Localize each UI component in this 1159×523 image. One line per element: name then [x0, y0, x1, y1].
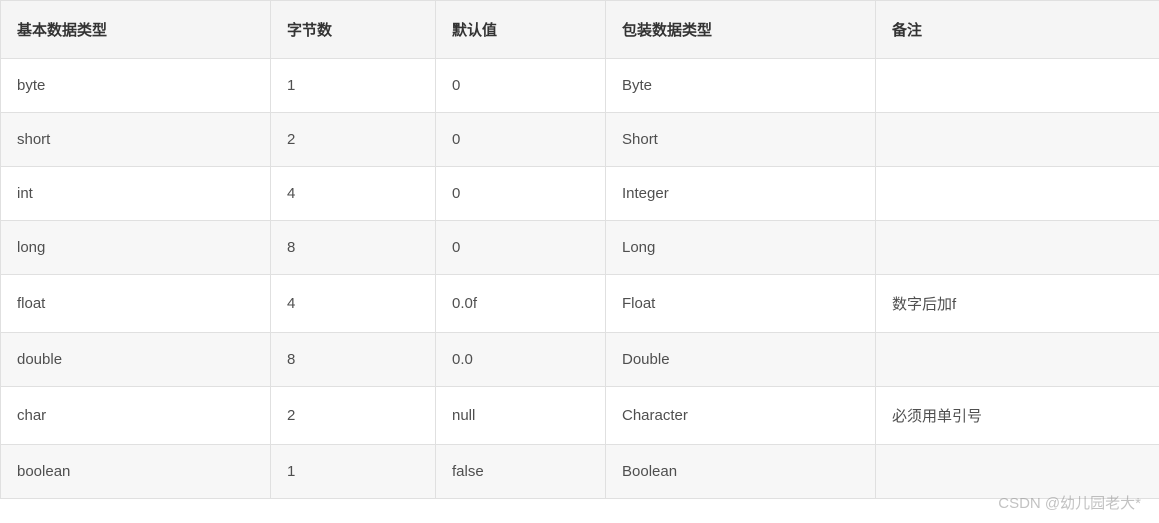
cell-primitive-type: int: [1, 167, 271, 221]
header-byte-count: 字节数: [271, 1, 436, 59]
cell-wrapper-type: Short: [606, 113, 876, 167]
cell-primitive-type: long: [1, 221, 271, 275]
cell-remark: [876, 221, 1159, 275]
cell-remark: [876, 59, 1159, 113]
cell-byte-count: 8: [271, 221, 436, 275]
cell-byte-count: 1: [271, 59, 436, 113]
cell-byte-count: 8: [271, 333, 436, 387]
table-row: byte 1 0 Byte: [1, 59, 1159, 113]
cell-primitive-type: byte: [1, 59, 271, 113]
header-wrapper-type: 包装数据类型: [606, 1, 876, 59]
header-default-value: 默认值: [436, 1, 606, 59]
cell-primitive-type: float: [1, 275, 271, 333]
table-row: char 2 null Character 必须用单引号: [1, 387, 1159, 445]
table-row: long 8 0 Long: [1, 221, 1159, 275]
cell-default-value: null: [436, 387, 606, 445]
cell-wrapper-type: Long: [606, 221, 876, 275]
table-row: int 4 0 Integer: [1, 167, 1159, 221]
cell-default-value: 0: [436, 167, 606, 221]
cell-default-value: false: [436, 445, 606, 499]
header-primitive-type: 基本数据类型: [1, 1, 271, 59]
cell-byte-count: 2: [271, 387, 436, 445]
cell-default-value: 0.0f: [436, 275, 606, 333]
header-remark: 备注: [876, 1, 1159, 59]
table-row: float 4 0.0f Float 数字后加f: [1, 275, 1159, 333]
cell-remark: [876, 333, 1159, 387]
cell-wrapper-type: Byte: [606, 59, 876, 113]
cell-primitive-type: double: [1, 333, 271, 387]
cell-remark: [876, 445, 1159, 499]
cell-primitive-type: boolean: [1, 445, 271, 499]
cell-wrapper-type: Character: [606, 387, 876, 445]
cell-byte-count: 4: [271, 275, 436, 333]
table-row: boolean 1 false Boolean: [1, 445, 1159, 499]
cell-default-value: 0: [436, 59, 606, 113]
cell-default-value: 0: [436, 113, 606, 167]
cell-remark: [876, 167, 1159, 221]
cell-wrapper-type: Float: [606, 275, 876, 333]
cell-default-value: 0.0: [436, 333, 606, 387]
cell-remark: 必须用单引号: [876, 387, 1159, 445]
cell-wrapper-type: Integer: [606, 167, 876, 221]
table-header-row: 基本数据类型 字节数 默认值 包装数据类型 备注: [1, 1, 1159, 59]
cell-wrapper-type: Boolean: [606, 445, 876, 499]
cell-remark: 数字后加f: [876, 275, 1159, 333]
cell-byte-count: 1: [271, 445, 436, 499]
cell-default-value: 0: [436, 221, 606, 275]
cell-primitive-type: char: [1, 387, 271, 445]
cell-byte-count: 4: [271, 167, 436, 221]
cell-byte-count: 2: [271, 113, 436, 167]
cell-primitive-type: short: [1, 113, 271, 167]
data-types-table: 基本数据类型 字节数 默认值 包装数据类型 备注 byte 1 0 Byte s…: [0, 0, 1159, 499]
cell-wrapper-type: Double: [606, 333, 876, 387]
table-row: short 2 0 Short: [1, 113, 1159, 167]
cell-remark: [876, 113, 1159, 167]
table-row: double 8 0.0 Double: [1, 333, 1159, 387]
